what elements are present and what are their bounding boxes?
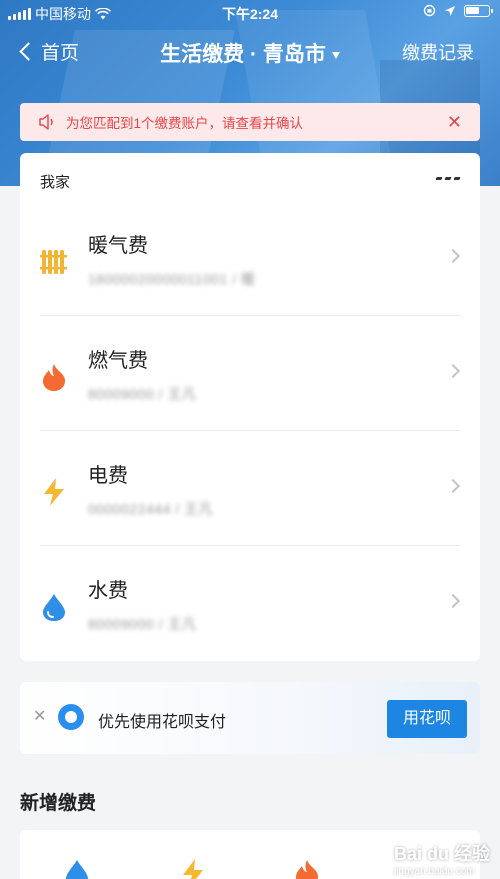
- payment-records-link[interactable]: 缴费记录: [402, 39, 474, 65]
- chevron-right-icon: [445, 363, 461, 379]
- water-drop-icon[interactable]: [64, 858, 90, 879]
- lightning-icon[interactable]: [180, 858, 206, 879]
- status-bar: 中国移动 下午2:24: [0, 0, 500, 24]
- use-huabei-button[interactable]: 用花呗: [387, 700, 467, 738]
- watermark-sub: jingyan.baidu.com: [393, 866, 475, 877]
- huabei-logo-icon: [58, 704, 84, 730]
- bill-account: 18000020000011001 / 暖: [88, 271, 256, 287]
- bill-name: 燃气费: [88, 350, 148, 372]
- flame-icon: [43, 364, 65, 391]
- group-name: 我家: [40, 174, 71, 191]
- bill-item-water[interactable]: 水费 80009000 / 王凡: [20, 546, 480, 661]
- bill-name: 暖气费: [88, 235, 148, 257]
- bill-account: 80009000 / 王凡: [88, 616, 197, 632]
- chevron-right-icon: [445, 593, 461, 609]
- battery-icon: [464, 4, 493, 17]
- page-title-text: 生活缴费 · 青岛市: [160, 43, 326, 66]
- speaker-icon: [39, 114, 53, 130]
- notice-message: 为您匹配到1个缴费账户，请查看并确认: [66, 116, 304, 131]
- account-match-notice[interactable]: 为您匹配到1个缴费账户，请查看并确认 ✕: [20, 103, 480, 141]
- water-drop-icon: [43, 594, 65, 621]
- radiator-icon: [40, 250, 67, 274]
- watermark-text: Bai du 经验: [393, 844, 490, 864]
- huabei-label: 优先使用花呗支付: [98, 714, 227, 731]
- section-title: 新增缴费: [20, 793, 97, 814]
- bill-item-heating[interactable]: 暖气费 18000020000011001 / 暖: [20, 201, 480, 316]
- bill-account: 80009000 / 王凡: [88, 386, 197, 402]
- bill-item-gas[interactable]: 燃气费 80009000 / 王凡: [20, 316, 480, 431]
- bill-group-card: 我家 暖气费 18000020000011001 / 暖 燃气费 8000900…: [20, 153, 480, 661]
- flame-icon[interactable]: [294, 858, 320, 879]
- chevron-right-icon: [445, 478, 461, 494]
- more-options-icon[interactable]: [435, 177, 461, 180]
- nav-bar: 首页 生活缴费 · 青岛市 缴费记录: [0, 30, 500, 74]
- close-icon[interactable]: ✕: [33, 706, 46, 726]
- bill-account: 0000022444 / 王凡: [88, 501, 214, 517]
- bill-item-electricity[interactable]: 电费 0000022444 / 王凡: [20, 431, 480, 546]
- chevron-right-icon: [445, 248, 461, 264]
- dropdown-caret-icon: [331, 51, 340, 59]
- group-header: 我家: [20, 153, 480, 201]
- bill-name: 电费: [88, 465, 128, 487]
- rotation-lock-icon: [423, 4, 436, 17]
- bill-name: 水费: [88, 580, 128, 602]
- watermark: Bai du 经验 jingyan.baidu.com: [394, 840, 490, 877]
- location-icon: [445, 5, 455, 16]
- huabei-promo: ✕ 优先使用花呗支付 用花呗: [20, 682, 480, 754]
- lightning-icon: [44, 478, 64, 506]
- close-icon[interactable]: ✕: [447, 113, 462, 131]
